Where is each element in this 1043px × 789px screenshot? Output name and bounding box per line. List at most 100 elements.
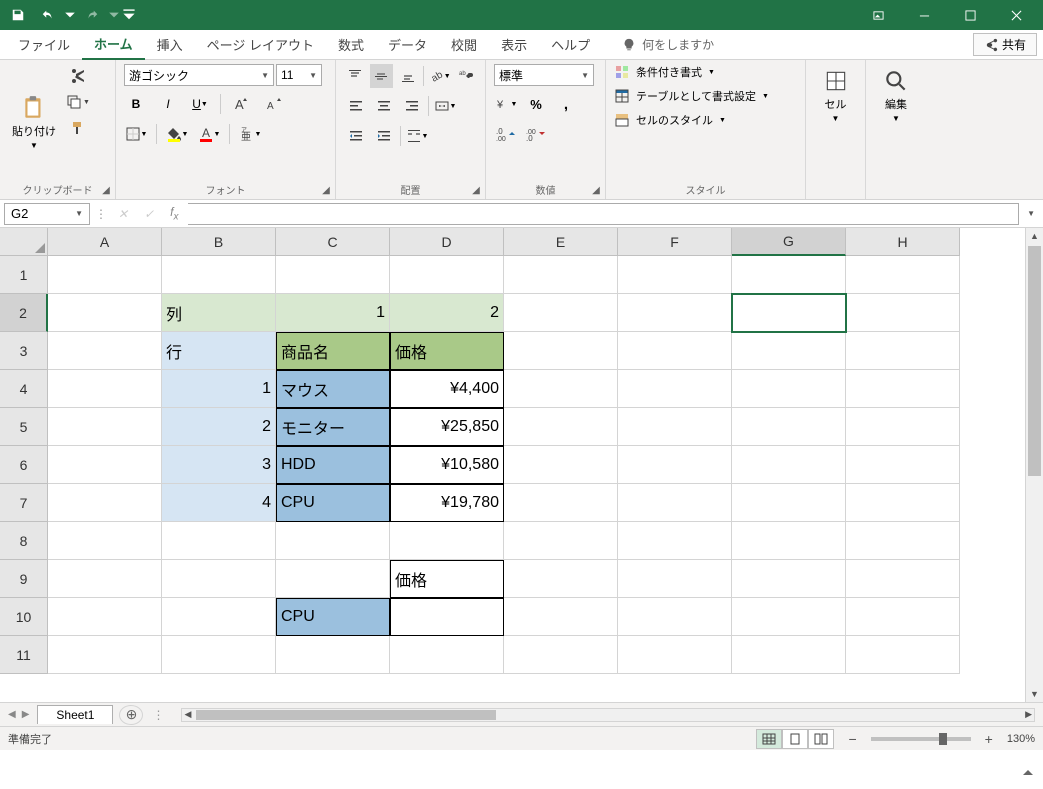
align-left-button[interactable] [344,94,368,118]
cell-A4[interactable] [48,370,162,408]
cell-E3[interactable] [504,332,618,370]
cell-A10[interactable] [48,598,162,636]
cell-D3[interactable]: 価格 [390,332,504,370]
decrease-decimal-button[interactable]: .00.0 [524,122,548,146]
tellme-search[interactable]: 何をしますか [622,36,714,53]
window-close-button[interactable] [993,0,1039,30]
cell-B6[interactable]: 3 [162,446,276,484]
formula-input[interactable] [188,203,1019,225]
cell-E9[interactable] [504,560,618,598]
increase-font-button[interactable]: A [229,92,253,116]
tab-file[interactable]: ファイル [6,30,82,60]
insert-function-button[interactable]: fx [164,205,184,222]
cell-B7[interactable]: 4 [162,484,276,522]
tab-help[interactable]: ヘルプ [539,30,602,60]
cell-H3[interactable] [846,332,960,370]
cells-menu-button[interactable]: セル ▼ [814,64,857,127]
cancel-formula-button[interactable]: ✕ [112,207,134,221]
sheet-nav-next[interactable]: ▶ [22,709,30,720]
number-dialog-launcher[interactable]: ◢ [589,183,603,197]
tab-home[interactable]: ホーム [82,30,145,60]
align-middle-button[interactable] [370,64,392,88]
cell-D5[interactable]: ¥25,850 [390,408,504,446]
cell-B3[interactable]: 行 [162,332,276,370]
cell-A8[interactable] [48,522,162,560]
col-header-G[interactable]: G [732,228,846,256]
row-header-10[interactable]: 10 [0,598,48,636]
cell-A2[interactable] [48,294,162,332]
cell-C6[interactable]: HDD [276,446,390,484]
cell-G8[interactable] [732,522,846,560]
align-bottom-button[interactable] [397,64,419,88]
zoom-slider[interactable] [871,737,971,741]
col-header-A[interactable]: A [48,228,162,256]
cell-E5[interactable] [504,408,618,446]
share-button[interactable]: 共有 [973,33,1037,56]
row-header-9[interactable]: 9 [0,560,48,598]
cell-G6[interactable] [732,446,846,484]
cell-F10[interactable] [618,598,732,636]
cell-D9[interactable]: 価格 [390,560,504,598]
col-header-H[interactable]: H [846,228,960,256]
scroll-up-button[interactable]: ▲ [1026,228,1043,244]
cell-A11[interactable] [48,636,162,674]
cell-F4[interactable] [618,370,732,408]
qat-undo-button[interactable] [34,3,62,27]
increase-indent-button[interactable] [372,124,396,148]
vscroll-thumb[interactable] [1028,246,1041,476]
cell-G10[interactable] [732,598,846,636]
name-box[interactable]: G2 ▼ [4,203,90,225]
view-normal-button[interactable] [756,729,782,749]
conditional-format-button[interactable]: 条件付き書式 ▼ [614,64,797,80]
zoom-slider-thumb[interactable] [939,733,947,745]
cell-F7[interactable] [618,484,732,522]
cell-A6[interactable] [48,446,162,484]
qat-save-button[interactable] [4,3,32,27]
cell-A7[interactable] [48,484,162,522]
cell-A3[interactable] [48,332,162,370]
comma-button[interactable]: , [554,92,578,116]
cell-H9[interactable] [846,560,960,598]
col-header-B[interactable]: B [162,228,276,256]
cell-B5[interactable]: 2 [162,408,276,446]
collapse-ribbon-button[interactable] [1021,766,1035,783]
merge-button[interactable]: ▼ [433,94,457,118]
scroll-down-button[interactable]: ▼ [1026,686,1043,702]
cell-H5[interactable] [846,408,960,446]
cell-G7[interactable] [732,484,846,522]
font-dialog-launcher[interactable]: ◢ [319,183,333,197]
cell-G5[interactable] [732,408,846,446]
tab-formulas[interactable]: 数式 [326,30,376,60]
cell-H10[interactable] [846,598,960,636]
cell-F5[interactable] [618,408,732,446]
qat-customize-button[interactable] [122,3,136,27]
cell-C1[interactable] [276,256,390,294]
tab-insert[interactable]: 挿入 [145,30,195,60]
view-page-break-button[interactable] [808,729,834,749]
underline-button[interactable]: U▼ [188,92,212,116]
tab-data[interactable]: データ [376,30,439,60]
cell-H1[interactable] [846,256,960,294]
row-header-3[interactable]: 3 [0,332,48,370]
text-direction-button[interactable]: ▼ [405,124,429,148]
select-all-corner[interactable] [0,228,48,256]
cell-H2[interactable] [846,294,960,332]
sheet-nav-prev[interactable]: ◀ [8,709,16,720]
cell-styles-button[interactable]: セルのスタイル ▼ [614,112,797,128]
borders-button[interactable]: ▼ [124,122,148,146]
accounting-format-button[interactable]: ¥ ▼ [494,92,518,116]
cell-F9[interactable] [618,560,732,598]
cell-E1[interactable] [504,256,618,294]
row-header-4[interactable]: 4 [0,370,48,408]
cell-F8[interactable] [618,522,732,560]
expand-formula-bar-button[interactable]: ▼ [1023,209,1039,218]
cell-C8[interactable] [276,522,390,560]
row-header-2[interactable]: 2 [0,294,48,332]
cell-F3[interactable] [618,332,732,370]
ribbon-display-options-button[interactable] [855,0,901,30]
cell-C7[interactable]: CPU [276,484,390,522]
orientation-button[interactable]: ab ▼ [428,64,451,88]
qat-redo-button[interactable] [78,3,106,27]
row-header-8[interactable]: 8 [0,522,48,560]
enter-formula-button[interactable]: ✓ [138,207,160,221]
